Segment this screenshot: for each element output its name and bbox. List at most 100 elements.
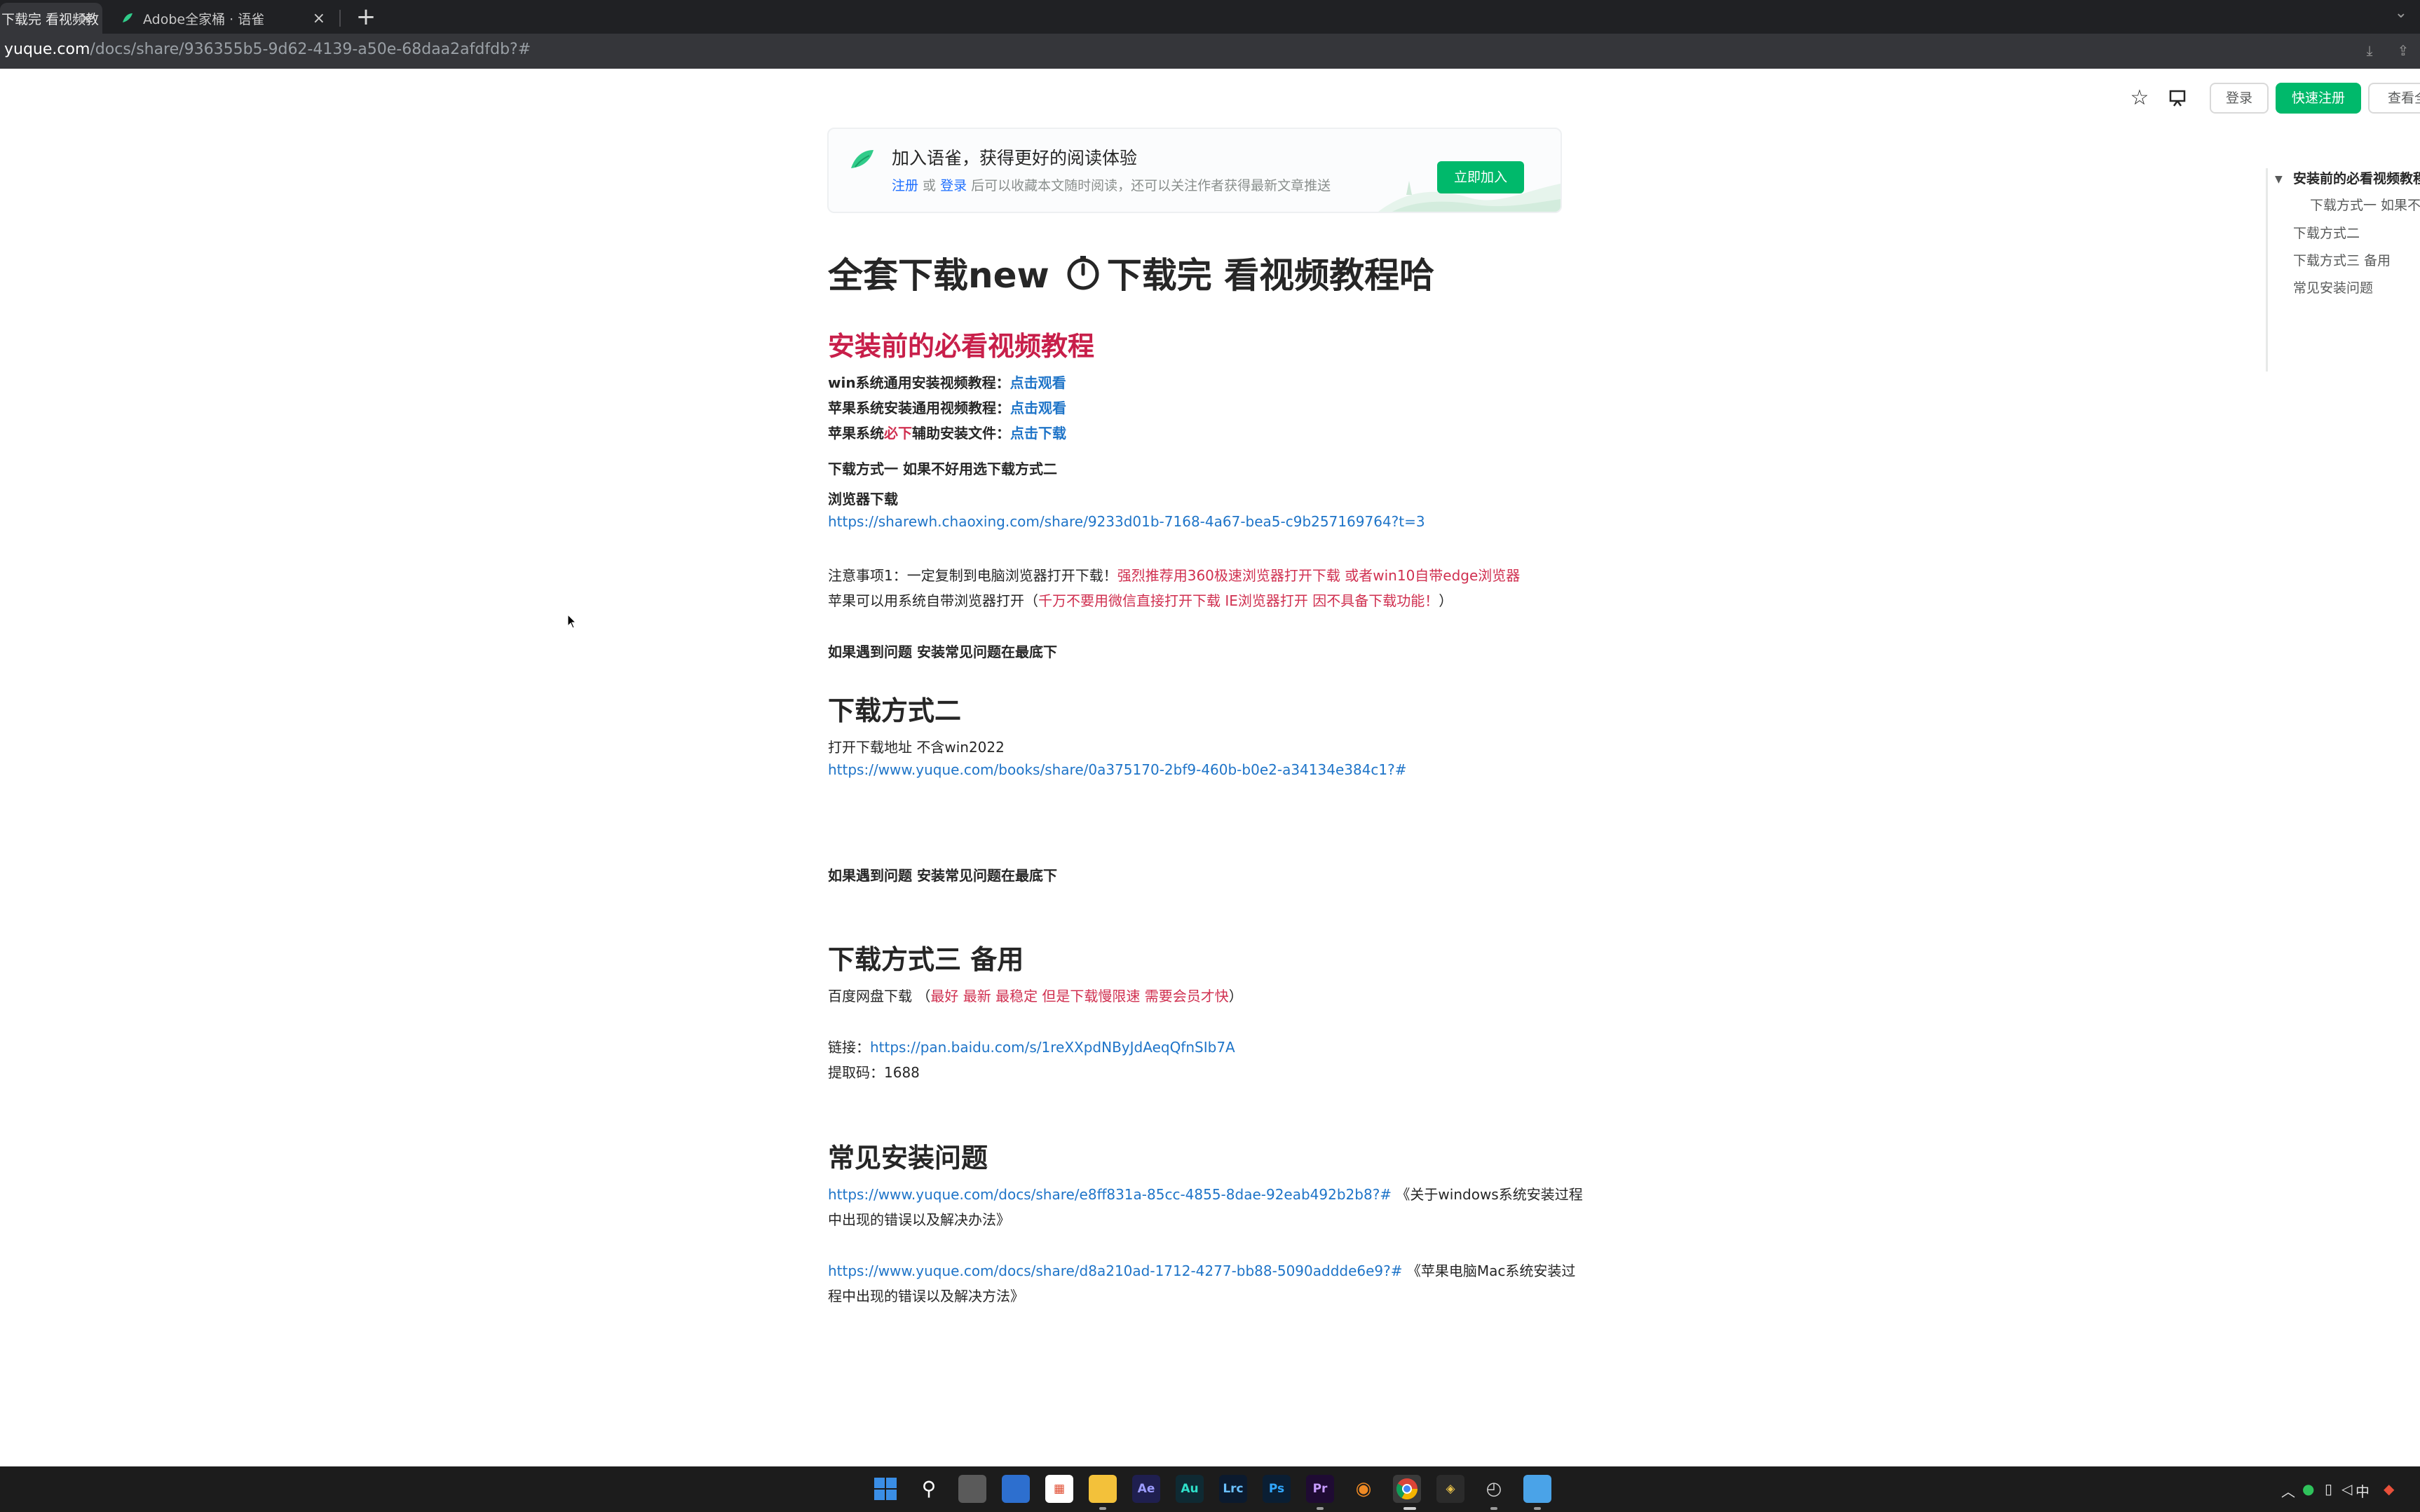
browser-tab-bar: 下载完 看视频教 × Adobe全家桶 · 语雀 × + ⌄: [0, 0, 2420, 34]
toc-item-faq[interactable]: 常见安装问题: [2293, 278, 2373, 297]
address-bar: yuque.com/docs/share/936355b5-9d62-4139-…: [0, 34, 2420, 69]
star-icon[interactable]: ☆: [2124, 83, 2155, 114]
present-glyph-icon: [2169, 90, 2186, 107]
faq-item-2-text-a: 《苹果电脑Mac系统安装过: [1402, 1262, 1576, 1279]
win-video-line: win系统通用安装视频教程：点击观看: [828, 372, 1066, 392]
windows-start-icon[interactable]: [871, 1475, 899, 1503]
stopwatch-icon: [1067, 256, 1099, 290]
faq-item-1-link[interactable]: https://www.yuque.com/docs/share/e8ff831…: [828, 1186, 1392, 1203]
document-title: 全套下载new 下载完 看视频教程哈: [828, 247, 1434, 298]
tab-current[interactable]: 下载完 看视频教 ×: [0, 3, 102, 34]
running-indicator: [1534, 1507, 1541, 1510]
install-app-icon[interactable]: ⤓: [2360, 41, 2379, 60]
taskbar: ⚲ ▦ Ae Au Lrc Ps Pr ◉ ◈ ◴ ︿ ● ▯ ◁ 中 ◆: [0, 1466, 2420, 1512]
banner-or-text: 或: [918, 178, 941, 193]
battery-icon[interactable]: ▯: [2325, 1480, 2332, 1497]
method2-download-link[interactable]: https://www.yuque.com/books/share/0a3751…: [828, 761, 1407, 778]
search-icon[interactable]: ⚲: [915, 1475, 943, 1503]
banner-login-link[interactable]: 登录: [940, 178, 967, 193]
tray-chevron-icon[interactable]: ︿: [2281, 1480, 2295, 1501]
method2-desc: 打开下载地址 不含win2022: [828, 739, 1005, 756]
new-tab-button[interactable]: +: [352, 3, 380, 31]
audition-icon[interactable]: Au: [1176, 1475, 1204, 1503]
yuque-logo-icon: [851, 150, 873, 168]
note1-prefix: 注意事项1：一定复制到电脑浏览器打开下载！: [828, 567, 1117, 584]
method1-download-link[interactable]: https://sharewh.chaoxing.com/share/9233d…: [828, 513, 1425, 530]
mac-file-line: 苹果系统必下辅助安装文件：点击下载: [828, 422, 1066, 442]
tab-search-icon[interactable]: ⌄: [2395, 4, 2407, 22]
url-field[interactable]: yuque.com/docs/share/936355b5-9d62-4139-…: [4, 41, 531, 58]
page-content: ☆ 登录 快速注册 查看全部 加入语雀，获得更好的阅读体验 注册 或 登录 后可…: [0, 69, 2420, 1466]
lightroom-classic-icon[interactable]: Lrc: [1219, 1475, 1247, 1503]
win-video-link[interactable]: 点击观看: [1010, 374, 1066, 391]
url-path: /docs/share/936355b5-9d62-4139-a50e-68da…: [90, 41, 531, 58]
baidu-pan-link[interactable]: https://pan.baidu.com/s/1reXXpdNByJdAeqQ…: [870, 1039, 1235, 1056]
register-button[interactable]: 快速注册: [2276, 83, 2361, 114]
problem-hint-2: 如果遇到问题 安装常见问题在最底下: [828, 867, 1057, 884]
wechat-icon[interactable]: ●: [2302, 1480, 2314, 1497]
task-view-icon[interactable]: [958, 1475, 986, 1503]
heading-faq: 常见安装问题: [828, 1143, 988, 1173]
method3-desc-highlight: 最好 最新 最稳定 但是下载慢限速 需要会员才快: [930, 988, 1229, 1004]
note-line-1: 注意事项1：一定复制到电脑浏览器打开下载！强烈推荐用360极速浏览器打开下载 或…: [828, 564, 1520, 585]
banner-register-link[interactable]: 注册: [892, 178, 918, 193]
faq-item-2-line-a: https://www.yuque.com/docs/share/d8a210a…: [828, 1260, 1575, 1280]
tab-separator: [339, 10, 341, 27]
running-indicator: [1099, 1507, 1106, 1510]
store-icon[interactable]: ▦: [1045, 1475, 1073, 1503]
tab-title: Adobe全家桶 · 语雀: [143, 11, 265, 27]
chrome-icon[interactable]: [1393, 1475, 1421, 1503]
faq-item-1-text-b: 中出现的错误以及解决办法》: [828, 1211, 1010, 1228]
file-explorer-icon[interactable]: [1089, 1475, 1117, 1503]
share-icon[interactable]: ⇪: [2393, 41, 2413, 60]
login-button[interactable]: 登录: [2210, 83, 2269, 114]
ime-indicator[interactable]: 中: [2356, 1480, 2370, 1501]
mac-file-required: 必下: [884, 425, 912, 442]
method3-link-label: 链接：: [828, 1039, 870, 1056]
widgets-icon[interactable]: [1002, 1475, 1030, 1503]
mouse-cursor-icon: [567, 614, 577, 629]
document-title-part1: 全套下载new: [828, 255, 1049, 296]
caret-down-icon[interactable]: ▼: [2275, 174, 2283, 185]
mac-video-line: 苹果系统安装通用视频教程：点击观看: [828, 397, 1066, 417]
running-indicator: [1490, 1507, 1497, 1510]
premiere-icon[interactable]: Pr: [1306, 1475, 1334, 1503]
toc-item-install-videos[interactable]: 安装前的必看视频教程: [2293, 168, 2420, 187]
method3-desc-prefix: 百度网盘下载 （: [828, 988, 931, 1004]
close-icon[interactable]: ×: [80, 10, 93, 27]
heading-method-2: 下载方式二: [828, 695, 962, 726]
problem-hint-1: 如果遇到问题 安装常见问题在最底下: [828, 643, 1057, 660]
banner-subtitle: 注册 或 登录 后可以收藏本文随时阅读，还可以关注作者获得最新文章推送: [892, 175, 1331, 194]
active-indicator: [1403, 1507, 1416, 1510]
toc-item-method-3[interactable]: 下载方式三 备用: [2293, 250, 2391, 269]
davinci-resolve-icon[interactable]: ◈: [1436, 1475, 1464, 1503]
extraction-code: 提取码：1688: [828, 1064, 920, 1081]
faq-item-2-link[interactable]: https://www.yuque.com/docs/share/d8a210a…: [828, 1262, 1403, 1279]
win-video-label: win系统通用安装视频教程：: [828, 374, 1010, 391]
close-icon[interactable]: ×: [313, 10, 325, 27]
note-line-2: 苹果可以用系统自带浏览器打开（千万不要用微信直接打开下载 IE浏览器打开 因不具…: [828, 590, 1453, 610]
windows-logo-icon: [874, 1478, 897, 1500]
mac-video-link[interactable]: 点击观看: [1010, 400, 1066, 416]
notification-app-icon[interactable]: ◆: [2384, 1480, 2394, 1497]
toc-item-method-2[interactable]: 下载方式二: [2293, 223, 2360, 242]
view-all-button[interactable]: 查看全部: [2368, 83, 2420, 114]
photoshop-icon[interactable]: Ps: [1263, 1475, 1291, 1503]
faq-item-1-text-a: 《关于windows系统安装过程: [1392, 1186, 1583, 1203]
note2-suffix: ）: [1439, 592, 1453, 609]
notepad-icon[interactable]: [1523, 1475, 1551, 1503]
join-now-button[interactable]: 立即加入: [1437, 161, 1524, 193]
volume-icon[interactable]: ◁: [2341, 1480, 2352, 1497]
tab-adobe[interactable]: Adobe全家桶 · 语雀 ×: [118, 3, 335, 34]
heading-method-3: 下载方式三 备用: [828, 944, 1024, 975]
after-effects-icon[interactable]: Ae: [1132, 1475, 1160, 1503]
heading-install-videos: 安装前的必看视频教程: [828, 331, 1095, 362]
blender-icon[interactable]: ◉: [1350, 1475, 1378, 1503]
clock-app-icon[interactable]: ◴: [1480, 1475, 1508, 1503]
mac-file-link[interactable]: 点击下载: [1010, 425, 1066, 442]
join-banner: 加入语雀，获得更好的阅读体验 注册 或 登录 后可以收藏本文随时阅读，还可以关注…: [827, 128, 1562, 213]
note2-highlight: 千万不要用微信直接打开下载 IE浏览器打开 因不具备下载功能！: [1038, 592, 1439, 609]
banner-title: 加入语雀，获得更好的阅读体验: [892, 148, 1138, 168]
present-icon[interactable]: [2162, 83, 2193, 114]
toc-item-method-1[interactable]: 下载方式一 如果不好用选下载方式二: [2310, 195, 2420, 214]
